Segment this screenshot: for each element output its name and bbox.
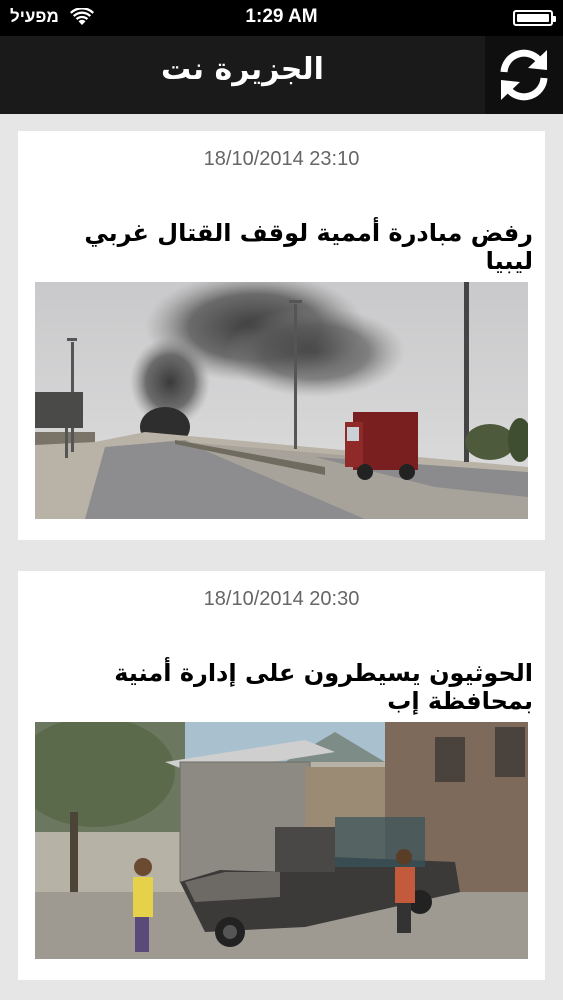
refresh-button[interactable] <box>485 36 563 114</box>
refresh-icon <box>500 49 548 101</box>
status-time: 1:29 AM <box>245 6 318 27</box>
article-date: 18/10/2014 20:30 <box>203 588 360 610</box>
status-bar: מפעיל 1:29 AM <box>0 0 563 36</box>
article-image[interactable] <box>35 722 528 959</box>
article-image[interactable] <box>35 282 528 519</box>
article-headline[interactable]: الحوثيون يسيطرون على إدارة أمنية بمحافظة… <box>30 659 533 715</box>
news-card[interactable]: 18/10/2014 20:30 الحوثيون يسيطرون على إد… <box>18 571 545 980</box>
nav-bar: الجزيرة نت <box>0 36 563 114</box>
article-date: 18/10/2014 23:10 <box>203 148 360 170</box>
page-title: الجزيرة نت <box>161 52 324 87</box>
battery-icon <box>513 10 556 26</box>
article-headline[interactable]: رفض مبادرة أممية لوقف القتال غربي ليبيا <box>30 219 533 275</box>
news-card[interactable]: 18/10/2014 23:10 رفض مبادرة أممية لوقف ا… <box>18 131 545 540</box>
